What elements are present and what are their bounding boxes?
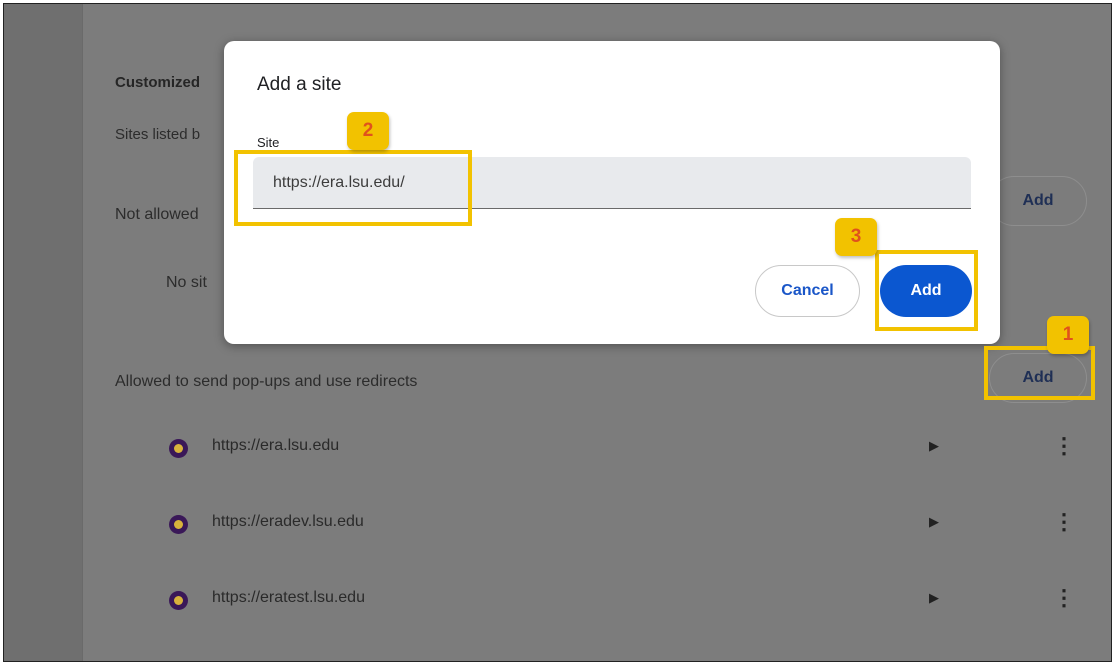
not-allowed-empty-text: No sit [166, 274, 207, 291]
lsu-site-icon [169, 515, 188, 534]
expand-arrow-icon[interactable]: ▶ [929, 590, 939, 606]
not-allowed-add-button[interactable]: Add [989, 176, 1087, 226]
cancel-button[interactable]: Cancel [755, 265, 860, 317]
site-url: https://era.lsu.edu [212, 437, 340, 454]
step-badge-1: 1 [1047, 316, 1089, 354]
more-options-icon[interactable]: ⋮ [1053, 585, 1075, 611]
allowed-label: Allowed to send pop-ups and use redirect… [115, 373, 418, 390]
site-field-label: Site [257, 135, 280, 150]
highlight-site-input [234, 150, 472, 226]
section-description: Sites listed b [115, 126, 201, 143]
lsu-site-icon [169, 439, 188, 458]
more-options-icon[interactable]: ⋮ [1053, 509, 1075, 535]
settings-left-panel [4, 4, 83, 661]
step-badge-3: 3 [835, 218, 877, 256]
more-options-icon[interactable]: ⋮ [1053, 433, 1075, 459]
expand-arrow-icon[interactable]: ▶ [929, 438, 939, 454]
lsu-site-icon [169, 591, 188, 610]
site-row[interactable]: https://eratest.lsu.edu ▶ ⋮ [83, 583, 1111, 623]
highlight-allowed-add [984, 346, 1095, 400]
site-row[interactable]: https://eradev.lsu.edu ▶ ⋮ [83, 507, 1111, 547]
expand-arrow-icon[interactable]: ▶ [929, 514, 939, 530]
not-allowed-label: Not allowed [115, 206, 199, 223]
site-url: https://eradev.lsu.edu [212, 513, 364, 530]
step-badge-2: 2 [347, 112, 389, 150]
site-row[interactable]: https://era.lsu.edu ▶ ⋮ [83, 431, 1111, 471]
highlight-add-button [875, 250, 978, 331]
dialog-title: Add a site [257, 74, 342, 95]
site-url: https://eratest.lsu.edu [212, 589, 365, 606]
section-title: Customized [115, 74, 201, 91]
